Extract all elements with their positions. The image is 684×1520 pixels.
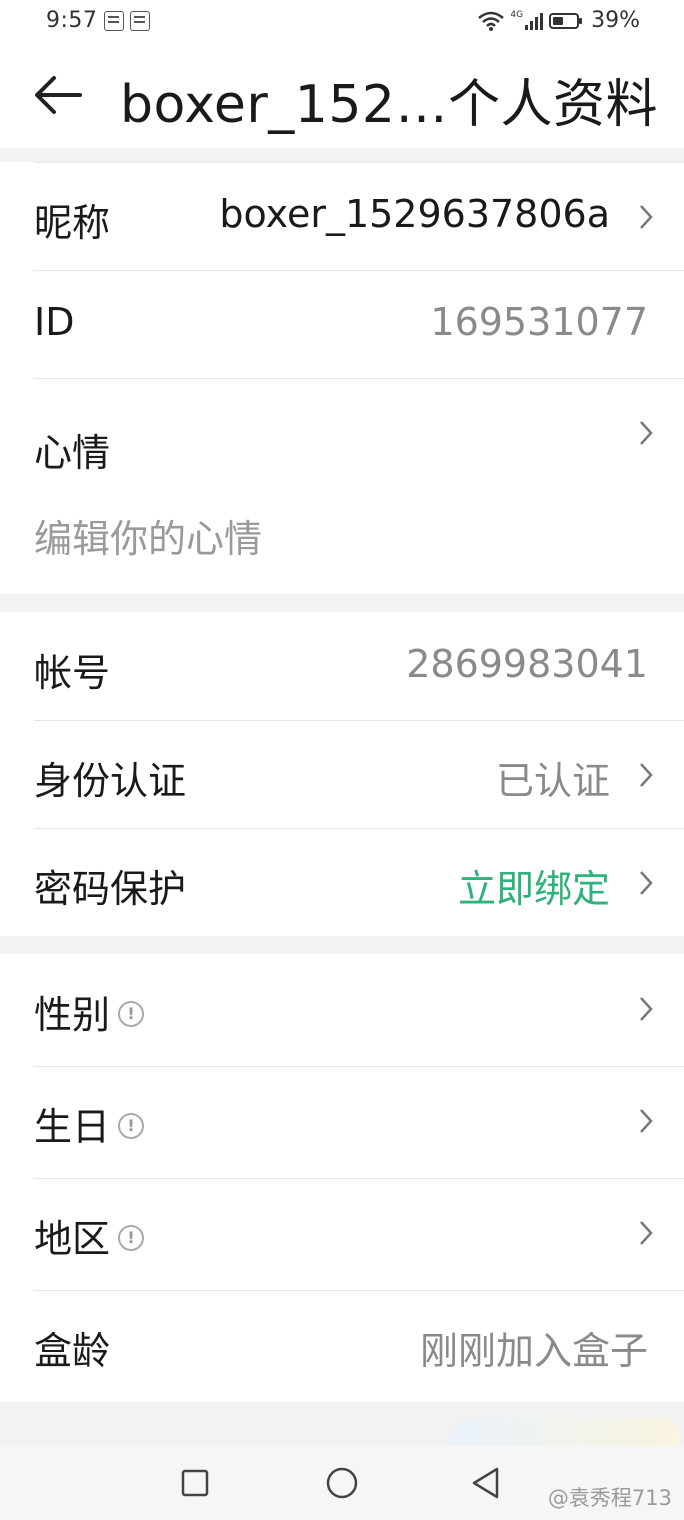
status-indicators: 4G 39% [478, 8, 640, 33]
chevron-right-icon [640, 871, 653, 895]
status-bar: 9:57 4G 39% [0, 0, 684, 44]
chevron-right-icon [640, 1221, 653, 1245]
back-arrow-icon[interactable] [30, 70, 86, 120]
region-label-wrap: 地区! [34, 1208, 145, 1263]
birthday-row[interactable]: 生日! [34, 1066, 684, 1178]
info-icon[interactable]: ! [118, 1224, 145, 1251]
box-age-value: 刚刚加入盒子 [419, 1329, 648, 1373]
mood-placeholder: 编辑你的心情 [34, 517, 263, 561]
gender-label: 性别 [34, 993, 111, 1037]
details-card: 性别! 生日! 地区! 盒龄 刚刚加入盒子 [0, 954, 684, 1402]
wifi-icon [478, 11, 505, 31]
birthday-label: 生日 [34, 1105, 111, 1149]
status-time: 9:57 [46, 8, 98, 33]
network-type: 4G [510, 9, 524, 20]
watermark: @袁秀程713 [547, 1486, 672, 1510]
info-icon[interactable]: ! [118, 1000, 145, 1027]
recents-button[interactable] [180, 1468, 210, 1498]
id-row: ID 169531077 [34, 270, 684, 378]
info-icon[interactable]: ! [118, 1112, 145, 1139]
mood-row[interactable]: 心情 编辑你的心情 [34, 378, 684, 594]
gender-label-wrap: 性别! [34, 984, 145, 1039]
account-value: 2869983041 [406, 642, 648, 686]
back-button[interactable] [470, 1466, 502, 1500]
profile-card: 昵称 boxer_1529637806a ID 169531077 心情 编辑你… [0, 162, 684, 594]
chevron-right-icon [640, 1109, 653, 1133]
chevron-right-icon [640, 421, 653, 445]
account-row: 帐号 2869983041 [34, 612, 684, 720]
region-label: 地区 [34, 1217, 111, 1261]
nickname-row[interactable]: 昵称 boxer_1529637806a [34, 162, 684, 270]
game-app-icon [130, 11, 150, 31]
signal-icon [525, 12, 544, 30]
mood-label: 心情 [34, 431, 111, 475]
box-age-row: 盒龄 刚刚加入盒子 [34, 1290, 684, 1402]
account-card: 帐号 2869983041 身份认证 已认证 密码保护 立即绑定 [0, 612, 684, 936]
password-label: 密码保护 [34, 867, 187, 911]
id-label: ID [34, 300, 75, 344]
chevron-right-icon [640, 997, 653, 1021]
battery-percent: 39% [591, 8, 640, 33]
id-value: 169531077 [430, 300, 648, 344]
identity-value: 已认证 [495, 759, 610, 803]
chevron-right-icon [640, 763, 653, 787]
nickname-value: boxer_1529637806a [219, 192, 610, 236]
page-title: boxer_152…个人资料 [120, 75, 659, 135]
app-bar: boxer_152…个人资料 [0, 44, 684, 148]
identity-label: 身份认证 [34, 759, 187, 803]
chevron-right-icon [640, 205, 653, 229]
region-row[interactable]: 地区! [34, 1178, 684, 1290]
box-age-label: 盒龄 [34, 1329, 111, 1373]
nickname-label: 昵称 [34, 201, 111, 245]
password-bind-link[interactable]: 立即绑定 [458, 858, 610, 913]
password-row[interactable]: 密码保护 立即绑定 [34, 828, 684, 936]
home-button[interactable] [325, 1466, 359, 1500]
identity-row[interactable]: 身份认证 已认证 [34, 720, 684, 828]
game-app-icon [104, 11, 124, 31]
gender-row[interactable]: 性别! [34, 954, 684, 1066]
battery-icon [549, 12, 583, 29]
birthday-label-wrap: 生日! [34, 1096, 145, 1151]
account-label: 帐号 [34, 651, 111, 695]
